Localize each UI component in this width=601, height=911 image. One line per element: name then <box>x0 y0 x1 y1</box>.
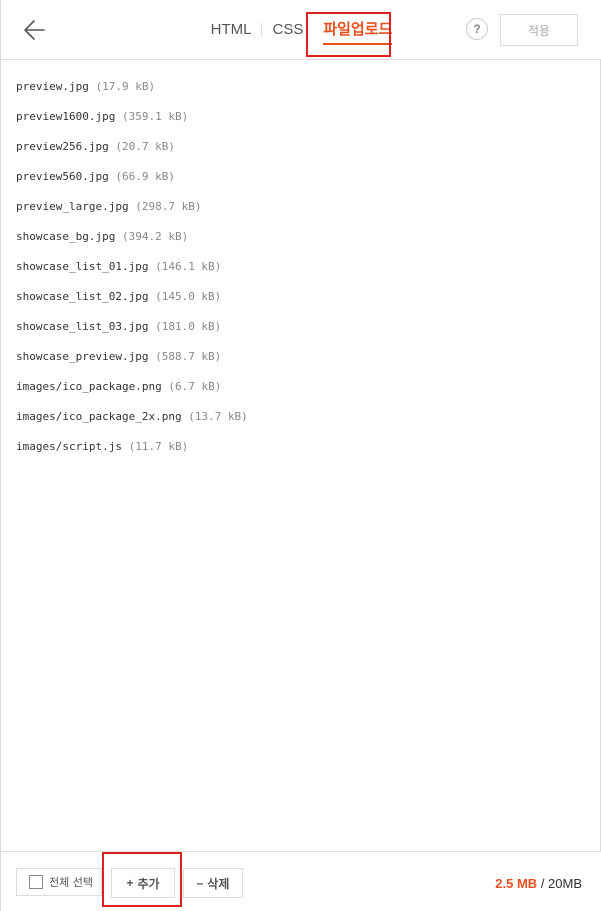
file-size: (17.9 kB) <box>95 80 156 93</box>
file-item[interactable]: showcase_list_02.jpg (145.0 kB) <box>16 282 585 312</box>
file-size: (20.7 kB) <box>115 140 175 153</box>
file-size: (359.1 kB) <box>121 110 189 123</box>
checkbox-icon[interactable] <box>29 875 43 889</box>
file-name: preview560.jpg <box>16 170 109 183</box>
file-name: showcase_list_03.jpg <box>16 320 149 333</box>
apply-button[interactable]: 적용 <box>500 14 578 46</box>
file-size: (145.0 kB) <box>155 290 222 303</box>
delete-label: 삭제 <box>207 876 230 891</box>
header: HTML CSS 파일업로드 ? 적용 <box>1 0 601 60</box>
file-name: images/script.js <box>16 440 122 453</box>
file-item[interactable]: images/ico_package.png (6.7 kB) <box>16 372 585 402</box>
storage-used: 2.5 MB <box>495 876 538 891</box>
file-name: showcase_bg.jpg <box>16 230 116 243</box>
file-name: showcase_list_02.jpg <box>16 290 149 303</box>
storage-usage: 2.5 MB / 20MB <box>495 876 582 891</box>
file-item[interactable]: preview.jpg (17.9 kB) <box>16 72 585 102</box>
footer: 전체 선택 + 추가 – 삭제 2.5 MB / 20MB <box>1 851 601 911</box>
file-item[interactable]: showcase_bg.jpg (394.2 kB) <box>16 222 585 252</box>
file-size: (394.2 kB) <box>121 230 189 243</box>
select-all-checkbox[interactable]: 전체 선택 <box>16 868 102 896</box>
file-name: preview_large.jpg <box>16 200 129 213</box>
add-button-highlight-box <box>102 852 182 907</box>
file-item[interactable]: images/script.js (11.7 kB) <box>16 432 585 462</box>
file-name: preview1600.jpg <box>16 110 116 123</box>
file-name: preview256.jpg <box>16 140 109 153</box>
file-item[interactable]: preview_large.jpg (298.7 kB) <box>16 192 585 222</box>
select-all-label: 전체 선택 <box>49 876 93 889</box>
file-size: (13.7 kB) <box>188 410 248 423</box>
file-name: showcase_preview.jpg <box>16 350 149 363</box>
help-icon[interactable]: ? <box>466 18 488 40</box>
file-size: (181.0 kB) <box>155 320 222 333</box>
file-list: preview.jpg (17.9 kB) preview1600.jpg (35… <box>16 72 585 462</box>
file-size: (66.9 kB) <box>115 170 175 183</box>
file-name: preview.jpg <box>16 80 89 93</box>
file-size: (588.7 kB) <box>155 350 222 363</box>
delete-button[interactable]: – 삭제 <box>183 868 243 898</box>
file-item[interactable]: preview256.jpg (20.7 kB) <box>16 132 585 162</box>
file-item[interactable]: preview1600.jpg (359.1 kB) <box>16 102 585 132</box>
file-name: images/ico_package.png <box>16 380 162 393</box>
file-size: (6.7 kB) <box>168 380 222 393</box>
file-size: (298.7 kB) <box>135 200 202 213</box>
file-item[interactable]: preview560.jpg (66.9 kB) <box>16 162 585 192</box>
tab-highlight-box <box>306 12 391 57</box>
editor-panel: HTML CSS 파일업로드 ? 적용 preview.jpg (17.9 kB… <box>0 0 601 911</box>
file-name: images/ico_package_2x.png <box>16 410 182 423</box>
file-name: showcase_list_01.jpg <box>16 260 149 273</box>
file-item[interactable]: showcase_preview.jpg (588.7 kB) <box>16 342 585 372</box>
storage-limit: / 20MB <box>537 876 582 891</box>
file-size: (146.1 kB) <box>155 260 222 273</box>
tab-html[interactable]: HTML <box>201 21 262 39</box>
file-size: (11.7 kB) <box>128 440 189 453</box>
file-item[interactable]: images/ico_package_2x.png (13.7 kB) <box>16 402 585 432</box>
file-item[interactable]: showcase_list_03.jpg (181.0 kB) <box>16 312 585 342</box>
minus-icon: – <box>196 876 204 890</box>
file-item[interactable]: showcase_list_01.jpg (146.1 kB) <box>16 252 585 282</box>
